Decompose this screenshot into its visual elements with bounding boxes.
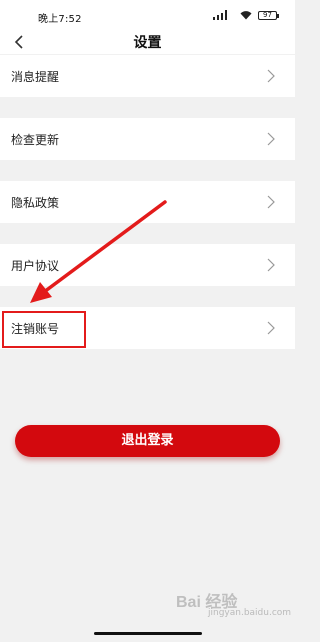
page-title: 设置 — [133, 35, 162, 51]
logout-button[interactable]: 退出登录 — [15, 425, 280, 457]
settings-screen: 晚上7:52 97 设置 消息提醒 检查更新 隐私政策 用户协议 注销账号 退出… — [0, 0, 295, 642]
home-indicator[interactable] — [94, 632, 202, 635]
chevron-right-icon — [267, 258, 275, 272]
highlight-box — [2, 311, 86, 348]
menu-item-label: 检查更新 — [11, 133, 60, 147]
menu-item-user-agreement[interactable]: 用户协议 — [0, 244, 295, 286]
nav-bar: 设置 — [0, 30, 295, 54]
wifi-icon — [240, 11, 252, 20]
menu-item-label: 隐私政策 — [11, 196, 60, 210]
chevron-right-icon — [267, 69, 275, 83]
status-time: 晚上7:52 — [38, 14, 82, 25]
status-bar: 晚上7:52 97 — [0, 0, 295, 30]
chevron-right-icon — [267, 195, 275, 209]
chevron-right-icon — [267, 132, 275, 146]
menu-item-label: 用户协议 — [11, 259, 60, 273]
menu-item-label: 消息提醒 — [11, 70, 60, 84]
chevron-right-icon — [267, 321, 275, 335]
watermark-url: jingyan.baidu.com — [208, 608, 292, 618]
menu-item-check-update[interactable]: 检查更新 — [0, 118, 295, 160]
menu-item-message-reminder[interactable]: 消息提醒 — [0, 55, 295, 97]
menu-item-privacy-policy[interactable]: 隐私政策 — [0, 181, 295, 223]
battery-icon: 97 — [258, 11, 279, 20]
signal-icon — [213, 10, 227, 20]
